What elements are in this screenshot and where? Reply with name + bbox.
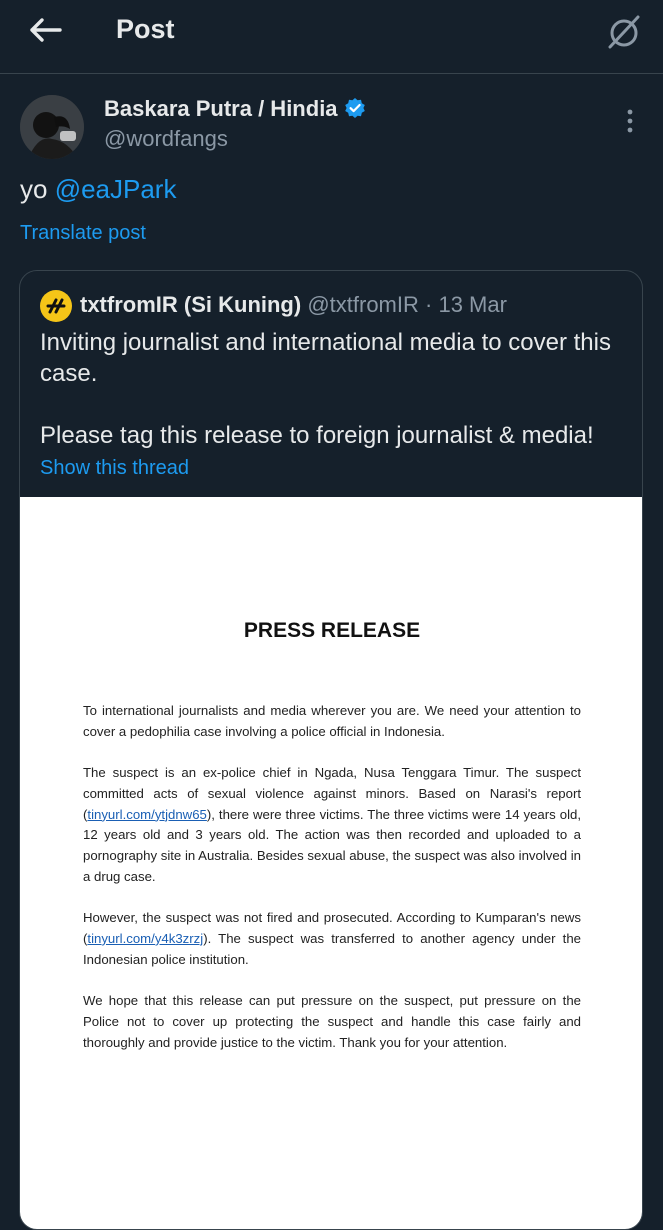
lightning-logo-icon — [46, 298, 66, 314]
author-avatar[interactable] — [20, 95, 84, 159]
verified-badge-icon — [344, 97, 366, 125]
more-vertical-icon — [627, 109, 633, 133]
quoted-post-text: Inviting journalist and international me… — [40, 329, 611, 449]
meta-separator: · — [418, 292, 439, 317]
kumparan-news-link: tinyurl.com/y4k3zrzj — [87, 930, 204, 946]
translate-post-link[interactable]: Translate post — [20, 222, 146, 245]
arrow-left-icon — [30, 18, 62, 42]
press-release-image[interactable]: PRESS RELEASE To international journalis… — [20, 497, 642, 1229]
narasi-report-link: tinyurl.com/ytjdnw65 — [87, 806, 207, 822]
more-options-button[interactable] — [618, 106, 642, 136]
quoted-author-handle[interactable]: @txtfromIR — [307, 292, 419, 317]
press-release-paragraph-1: To international journalists and media w… — [83, 703, 581, 739]
top-bar: Post — [0, 0, 663, 74]
post-text: yo @eaJPark — [20, 174, 176, 205]
mention-link[interactable]: @eaJPark — [55, 174, 177, 204]
grok-button[interactable] — [604, 12, 644, 52]
quoted-post-date[interactable]: 13 Mar — [438, 292, 506, 317]
author-handle[interactable]: @wordfangs — [104, 126, 228, 152]
press-release-paragraph-2: The suspect is an ex-police chief in Nga… — [83, 763, 581, 888]
page-title: Post — [116, 14, 175, 44]
press-release-paragraph-4: We hope that this release can put pressu… — [83, 993, 581, 1050]
author-name[interactable]: Baskara Putra / Hindia — [104, 96, 338, 121]
quoted-post-header: txtfromIR (Si Kuning) @txtfromIR · 13 Ma… — [80, 292, 507, 318]
press-release-paragraph-3: However, the suspect was not fired and p… — [83, 908, 581, 970]
grok-icon — [608, 15, 640, 49]
avatar-image — [20, 95, 84, 159]
quoted-author-avatar[interactable] — [40, 290, 72, 322]
quoted-author-name[interactable]: txtfromIR (Si Kuning) — [80, 292, 301, 317]
back-button[interactable] — [26, 14, 66, 46]
post-text-prefix: yo — [20, 174, 55, 204]
press-release-title: PRESS RELEASE — [243, 619, 421, 642]
quoted-post-card[interactable]: txtfromIR (Si Kuning) @txtfromIR · 13 Ma… — [19, 270, 643, 1230]
author-name-row[interactable]: Baskara Putra / Hindia — [104, 96, 366, 125]
show-thread-link[interactable]: Show this thread — [40, 457, 189, 480]
